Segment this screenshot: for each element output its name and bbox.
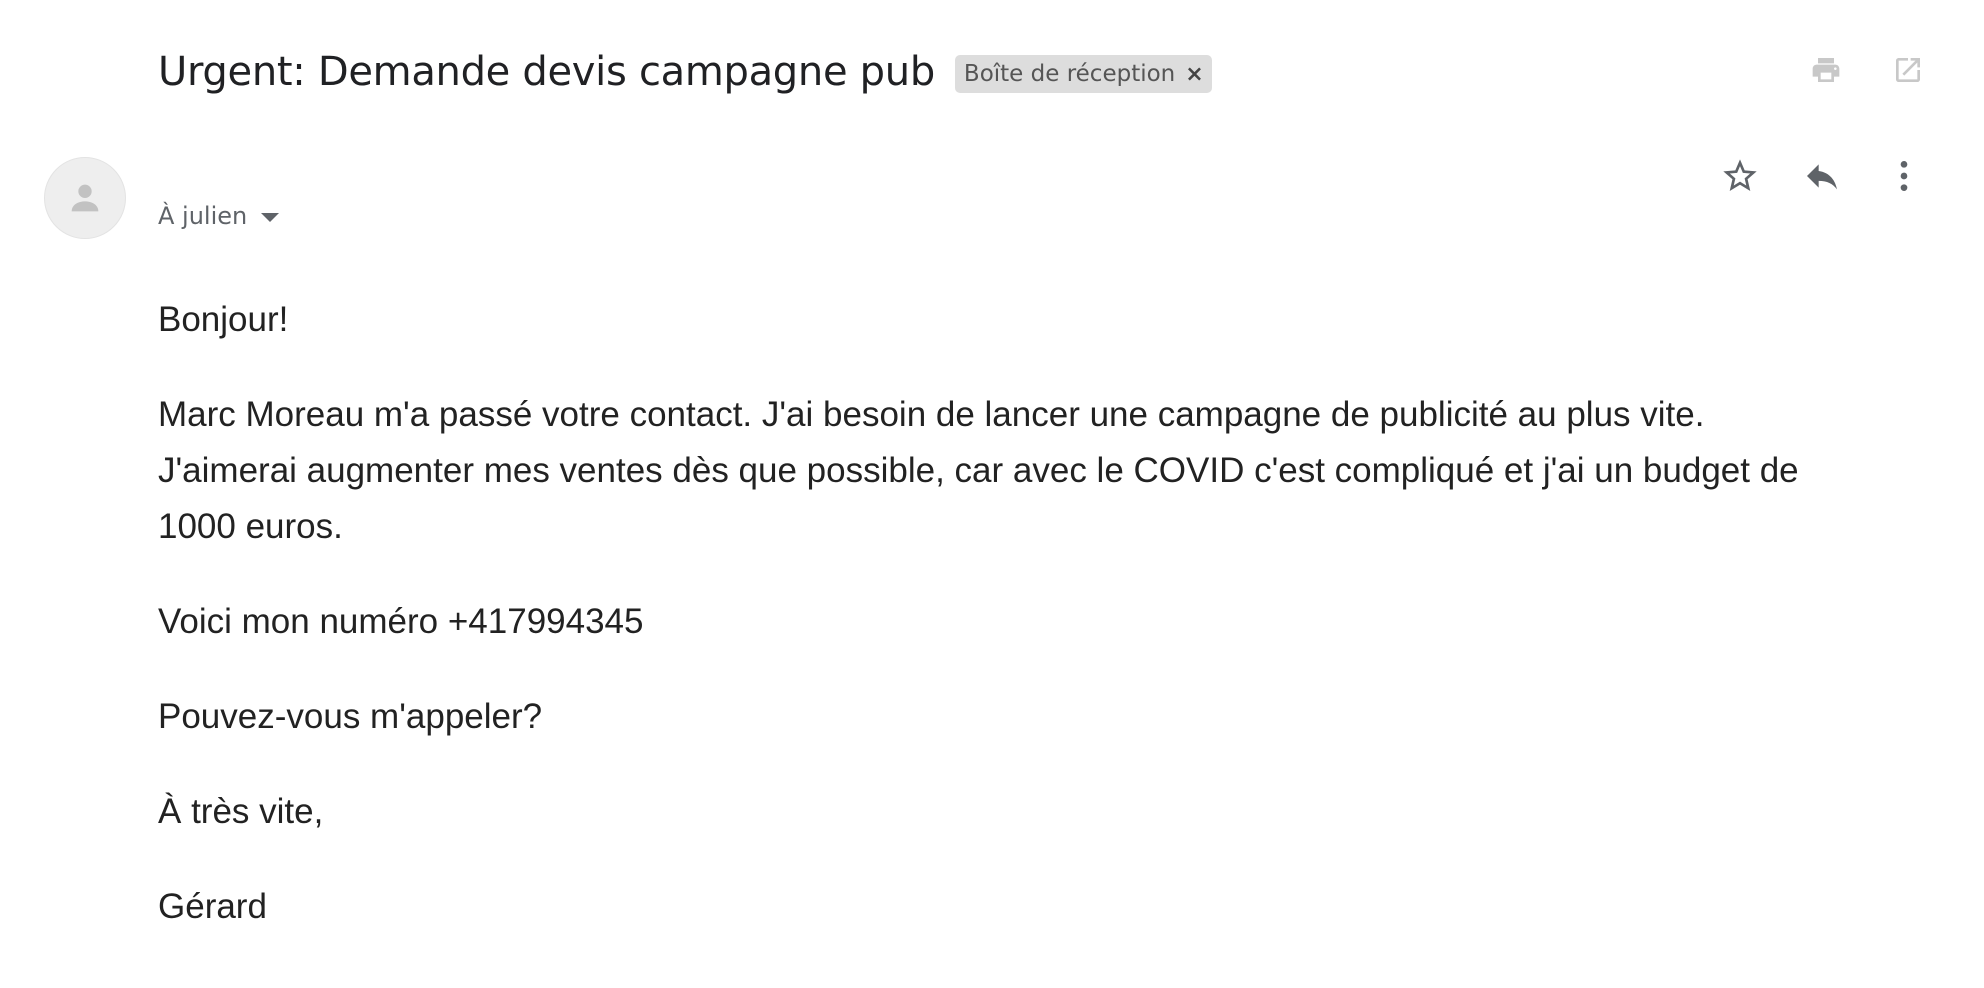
email-body: Bonjour! Marc Moreau m'a passé votre con… bbox=[158, 292, 1818, 974]
body-greeting: Bonjour! bbox=[158, 300, 289, 339]
recipient-label: À julien bbox=[158, 202, 248, 230]
body-phone-paragraph: Voici mon numéro +417994345 bbox=[158, 602, 644, 641]
inbox-label-chip: Boîte de réception × bbox=[954, 55, 1212, 93]
person-icon bbox=[71, 184, 99, 212]
body-signature: Gérard bbox=[158, 887, 267, 926]
chevron-down-icon bbox=[261, 212, 280, 222]
body-paragraph: Marc Moreau m'a passé votre contact. J'a… bbox=[158, 395, 1799, 546]
body-closing: À très vite, bbox=[158, 792, 324, 831]
sender-avatar bbox=[44, 157, 126, 239]
open-in-new-window-icon[interactable] bbox=[1890, 52, 1926, 88]
recipient-dropdown[interactable]: À julien bbox=[158, 202, 280, 230]
more-options-icon[interactable] bbox=[1880, 152, 1928, 200]
reply-icon[interactable] bbox=[1798, 152, 1846, 200]
body-paragraph: Pouvez-vous m'appeler? bbox=[158, 697, 543, 736]
remove-label-button[interactable]: × bbox=[1185, 62, 1203, 87]
star-icon[interactable] bbox=[1716, 152, 1764, 200]
email-subject: Urgent: Demande devis campagne pub bbox=[158, 49, 935, 95]
inbox-label-text: Boîte de réception bbox=[963, 61, 1176, 87]
print-icon[interactable] bbox=[1808, 52, 1844, 88]
subject-row: Urgent: Demande devis campagne pub Boîte… bbox=[158, 42, 1212, 102]
